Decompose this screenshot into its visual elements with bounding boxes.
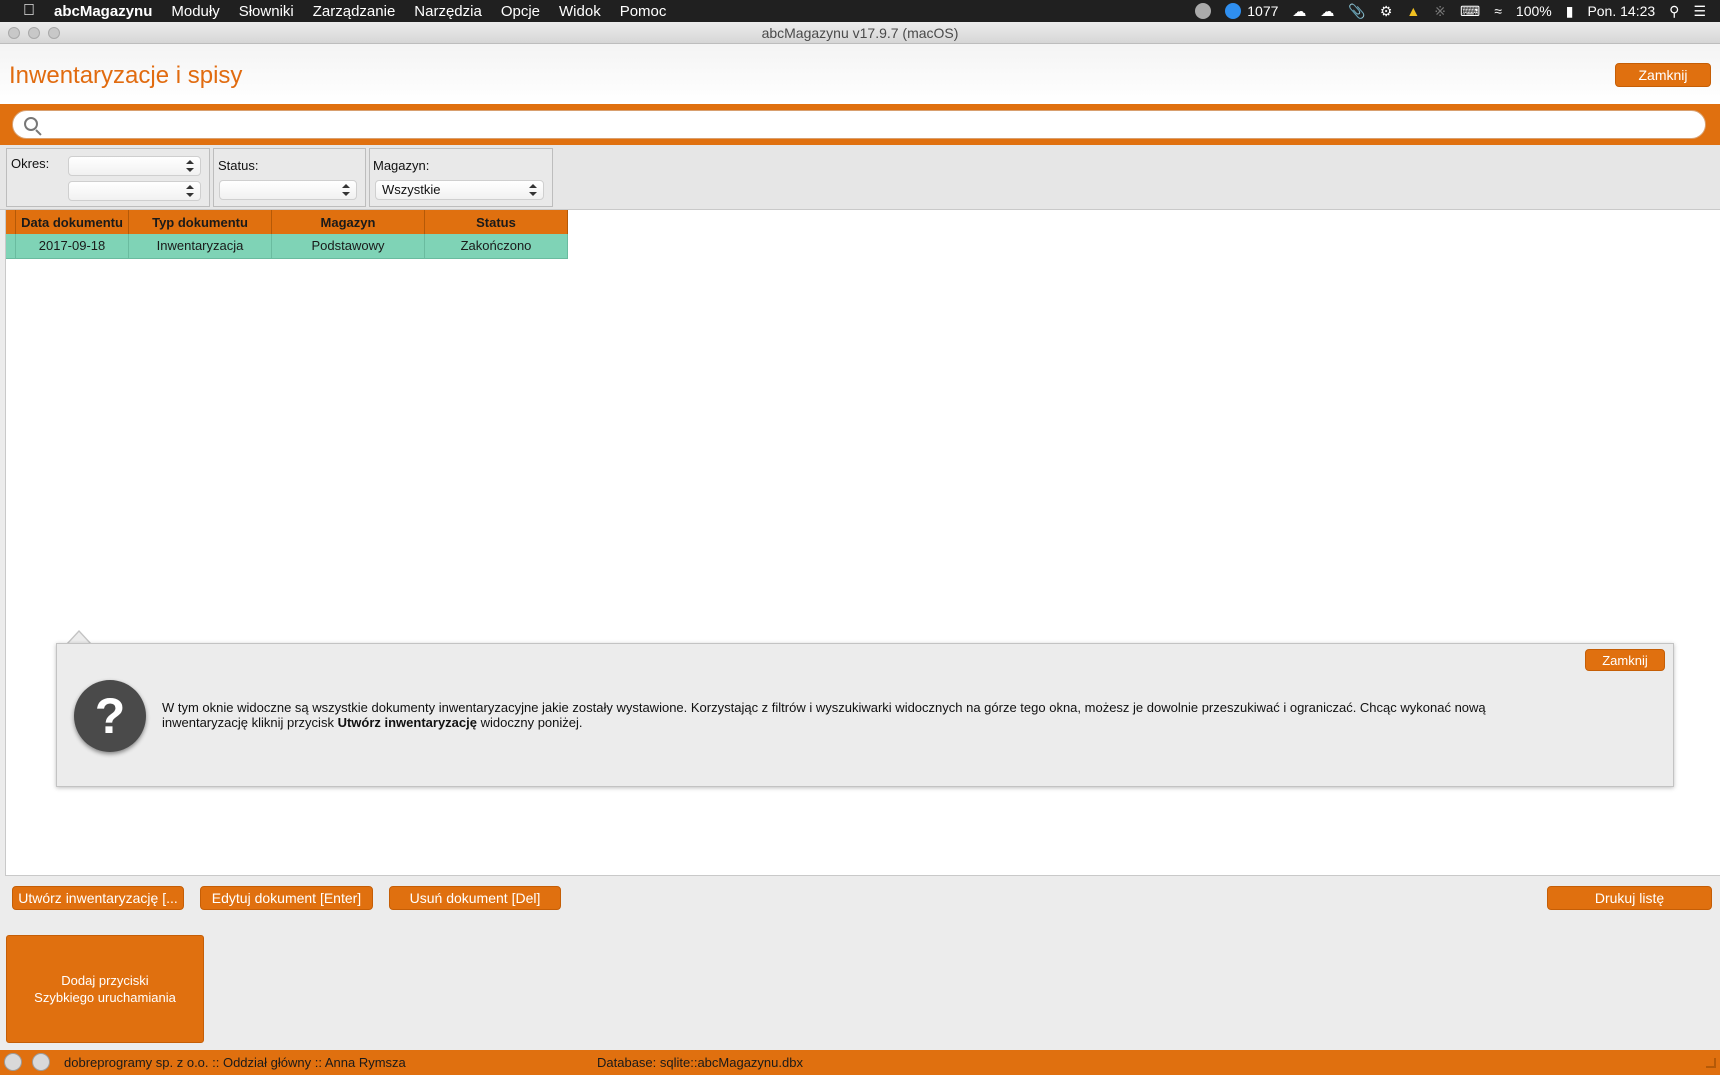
menu-bar:  abcMagazynu Moduły Słowniki Zarządzani… <box>0 0 1720 22</box>
help-text-bold: Utwórz inwentaryzację <box>337 715 477 730</box>
page-header: Inwentaryzacje i spisy <box>0 44 1720 104</box>
quick-launch-line2: Szybkiego uruchamiania <box>34 990 176 1005</box>
status-label: Status: <box>218 158 259 173</box>
cell-status: Zakończono <box>425 234 568 258</box>
bluetooth-icon[interactable]: ※ <box>1434 3 1446 20</box>
minimize-window-icon[interactable] <box>28 27 40 39</box>
paperclip-icon[interactable]: 📎 <box>1348 3 1365 20</box>
search-input[interactable] <box>51 114 1691 135</box>
status-company: dobreprogramy sp. z o.o. :: Oddział głów… <box>64 1055 406 1070</box>
filter-status: Status: <box>213 148 366 207</box>
help-pointer <box>66 630 92 645</box>
menu-slowniki[interactable]: Słowniki <box>239 3 294 20</box>
print-list-button[interactable]: Drukuj listę <box>1547 886 1712 910</box>
cloud-sync-icon[interactable]: ☁ <box>1320 3 1334 20</box>
stepper-icon <box>186 160 194 172</box>
row-spacer <box>6 234 16 258</box>
question-icon: ? <box>74 680 146 752</box>
menu-moduly[interactable]: Moduły <box>171 3 219 20</box>
help-popover: ? W tym oknie widoczne są wszystkie doku… <box>56 643 1674 787</box>
delete-document-button[interactable]: Usuń dokument [Del] <box>389 886 561 910</box>
cell-date: 2017-09-18 <box>16 234 129 258</box>
close-window-icon[interactable] <box>8 27 20 39</box>
keyboard-icon[interactable]: ⌨ <box>1460 3 1480 20</box>
resize-grip-icon[interactable] <box>1706 1058 1716 1068</box>
help-close-button[interactable]: Zamknij <box>1585 649 1665 671</box>
cell-type: Inwentaryzacja <box>129 234 272 258</box>
search-icon <box>24 117 38 131</box>
cell-warehouse: Podstawowy <box>272 234 425 258</box>
col-typ-dokumentu[interactable]: Typ dokumentu <box>129 210 272 234</box>
battery-percent[interactable]: 100% <box>1516 3 1552 19</box>
okres-to-select[interactable] <box>68 181 201 201</box>
window-title: abcMagazynu v17.9.7 (macOS) <box>761 25 959 41</box>
bell-icon[interactable]: ▲ <box>1406 3 1420 19</box>
menu-widok[interactable]: Widok <box>559 3 601 20</box>
filter-okres: Okres: <box>6 148 210 207</box>
documents-table: Data dokumentu Typ dokumentu Magazyn Sta… <box>6 210 568 259</box>
okres-from-select[interactable] <box>68 156 201 176</box>
actions-bar: Utwórz inwentaryzację [... Edytuj dokume… <box>5 875 1720 917</box>
filters-panel: Okres: Status: Magazyn: Wszystkie <box>0 145 1720 210</box>
apple-icon[interactable]:  <box>18 2 40 20</box>
menu-narzedzia[interactable]: Narzędzia <box>414 3 482 20</box>
notification-center-icon[interactable]: ☰ <box>1693 3 1706 20</box>
stepper-icon <box>529 184 537 196</box>
mail-status[interactable]: 1077 <box>1225 3 1278 19</box>
mail-count: 1077 <box>1247 3 1279 19</box>
table-header: Data dokumentu Typ dokumentu Magazyn Sta… <box>6 210 568 234</box>
cloud-icon[interactable]: ☁ <box>1292 3 1306 20</box>
magazyn-select[interactable]: Wszystkie <box>375 180 544 200</box>
clock[interactable]: Pon. 14:23 <box>1587 3 1655 19</box>
battery-icon[interactable]: ▮ <box>1566 3 1574 20</box>
wifi-icon[interactable]: ≈ <box>1494 3 1502 19</box>
edit-document-button[interactable]: Edytuj dokument [Enter] <box>200 886 373 910</box>
help-text: W tym oknie widoczne są wszystkie dokume… <box>162 700 1486 730</box>
status-circle-icon[interactable] <box>4 1053 22 1071</box>
menu-app-name[interactable]: abcMagazynu <box>54 3 152 20</box>
tools-icon[interactable]: ⚙ <box>1380 3 1393 20</box>
status-database: Database: sqlite::abcMagazynu.dbx <box>597 1055 803 1070</box>
status-select[interactable] <box>219 180 357 200</box>
menu-pomoc[interactable]: Pomoc <box>620 3 667 20</box>
create-inventory-button[interactable]: Utwórz inwentaryzację [... <box>12 886 184 910</box>
table-row[interactable]: 2017-09-18 Inwentaryzacja Podstawowy Zak… <box>6 234 568 259</box>
magazyn-label: Magazyn: <box>373 158 430 173</box>
zoom-window-icon[interactable] <box>48 27 60 39</box>
window-titlebar: abcMagazynu v17.9.7 (macOS) <box>0 22 1720 44</box>
page-title: Inwentaryzacje i spisy <box>9 62 243 89</box>
quick-launch-line1: Dodaj przyciski <box>61 973 149 988</box>
add-quick-launch-button[interactable]: Dodaj przyciski Szybkiego uruchamiania <box>6 935 204 1043</box>
spotlight-icon[interactable]: ⚲ <box>1669 3 1679 20</box>
close-button[interactable]: Zamknij <box>1615 63 1711 87</box>
menu-zarzadzanie[interactable]: Zarządzanie <box>313 3 396 20</box>
col-status[interactable]: Status <box>425 210 568 234</box>
window-controls <box>8 27 60 39</box>
stepper-icon <box>186 185 194 197</box>
header-spacer <box>6 210 16 234</box>
col-data-dokumentu[interactable]: Data dokumentu <box>16 210 129 234</box>
location-icon[interactable] <box>1195 3 1212 19</box>
filter-magazyn: Magazyn: Wszystkie <box>369 148 553 207</box>
status-circle-icon[interactable] <box>32 1053 50 1071</box>
okres-label: Okres: <box>11 156 50 171</box>
stepper-icon <box>342 184 350 196</box>
status-bar: dobreprogramy sp. z o.o. :: Oddział głów… <box>0 1050 1720 1075</box>
search-box[interactable] <box>12 110 1706 139</box>
menu-opcje[interactable]: Opcje <box>501 3 540 20</box>
col-magazyn[interactable]: Magazyn <box>272 210 425 234</box>
mail-badge-icon <box>1225 3 1242 19</box>
